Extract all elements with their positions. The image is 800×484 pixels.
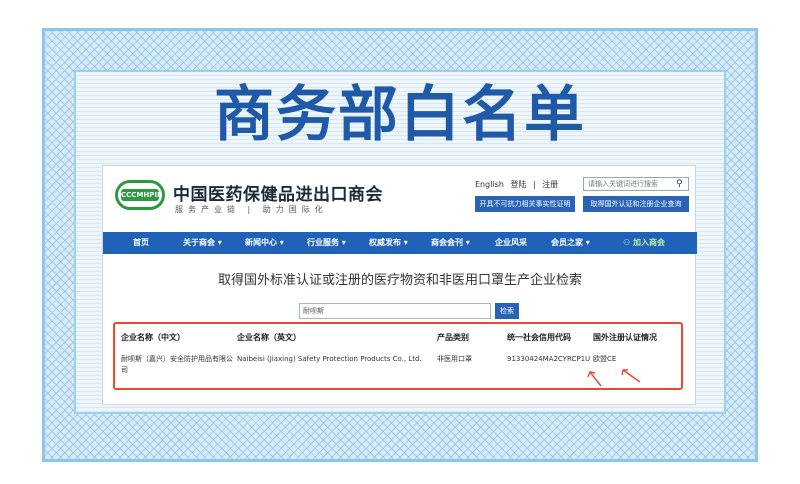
nav-journal[interactable]: 商会会刊 ▾ [431, 232, 470, 254]
nav-news[interactable]: 新闻中心 ▾ [245, 232, 284, 254]
english-link[interactable]: English [475, 180, 504, 189]
arrow-right [621, 369, 641, 383]
nav-join-label: 加入商会 [632, 238, 665, 247]
nav-about[interactable]: 关于商会 ▾ [183, 232, 222, 254]
nav-enterprise[interactable]: 企业风采 [495, 232, 527, 254]
result-table: 企业名称（中文） 企业名称（英文） 产品类别 统一社会信用代码 国外注册认证情况… [113, 322, 683, 390]
nav-join[interactable]: ⚇ 加入商会 [623, 232, 665, 254]
logo-text: CCCMHPIE [121, 189, 162, 201]
logo-icon[interactable]: CCCMHPIE [115, 180, 165, 210]
site-header: CCCMHPIE 中国医药保健品进出口商会 服务产业链 | 助力国际化 Engl… [103, 166, 697, 226]
nav-releases[interactable]: 权威发布 ▾ [369, 232, 408, 254]
search-placeholder: 请输入关键词进行搜索 [588, 180, 658, 188]
people-icon: ⚇ [623, 238, 633, 247]
nav-members[interactable]: 会员之家 ▾ [551, 232, 590, 254]
nav-home[interactable]: 首页 [133, 232, 149, 254]
page-heading: 取得国外标准认证或注册的医疗物资和非医用口罩生产企业检索 [217, 273, 582, 288]
arrow-left [587, 371, 602, 387]
nav-services[interactable]: 行业服务 ▾ [307, 232, 346, 254]
search-icon[interactable]: ⚲ [676, 179, 686, 189]
annotation-arrows [587, 369, 641, 387]
register-link[interactable]: 注册 [542, 180, 558, 189]
banner-title: 商务部白名单 [214, 80, 586, 150]
query-button[interactable]: 检索 [495, 303, 519, 319]
org-name: 中国医药保健品进出口商会 [173, 185, 383, 205]
lang-links: English 登陆 | 注册 [475, 179, 562, 190]
company-query-input[interactable]: 耐呗斯 [299, 303, 491, 319]
website-screenshot: CCCMHPIE 中国医药保健品进出口商会 服务产业链 | 助力国际化 Engl… [102, 165, 697, 405]
site-search-input[interactable]: 请输入关键词进行搜索 ⚲ [583, 177, 689, 191]
foreign-reg-button[interactable]: 取得国外认证和注册企业查询 [583, 196, 689, 212]
org-slogan: 服务产业链 | 助力国际化 [175, 205, 328, 214]
link-separator: | [532, 180, 536, 189]
login-link[interactable]: 登陆 [510, 180, 526, 189]
main-nav: 首页 关于商会 ▾ 新闻中心 ▾ 行业服务 ▾ 权威发布 ▾ 商会会刊 ▾ 企业… [103, 232, 697, 254]
cert-check-button[interactable]: 开具不可抗力相关事实性证明 [475, 196, 575, 212]
